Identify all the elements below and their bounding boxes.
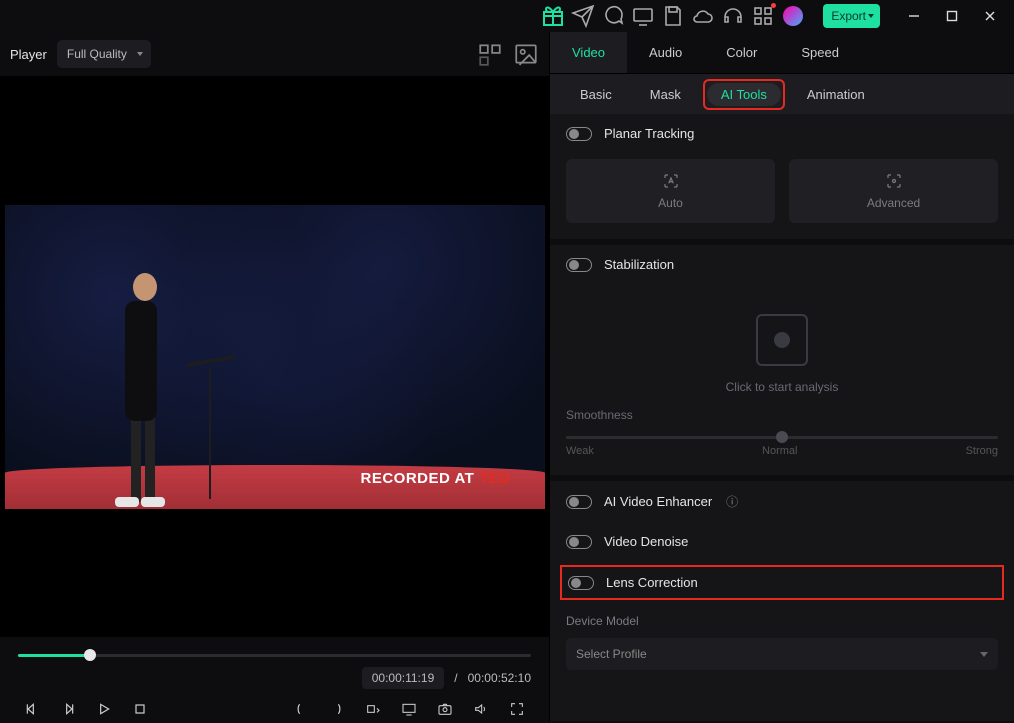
denoise-row: Video Denoise	[550, 522, 1014, 561]
stab-toggle[interactable]	[566, 258, 592, 272]
planar-advanced-label: Advanced	[867, 196, 920, 210]
top-tabs: Video Audio Color Speed	[550, 32, 1014, 74]
play-button[interactable]	[90, 695, 118, 723]
ai-enhancer-toggle[interactable]	[566, 495, 592, 509]
main-split: Player Full Quality RECORDED AT TED	[0, 32, 1014, 721]
tab-speed[interactable]: Speed	[779, 32, 861, 73]
profile-avatar[interactable]	[781, 4, 805, 28]
device-profile-select[interactable]: Select Profile	[566, 638, 998, 670]
quality-select[interactable]: Full Quality	[57, 40, 151, 68]
watermark-text: RECORDED AT TED	[361, 470, 511, 487]
grid-view-icon[interactable]	[477, 41, 503, 67]
image-icon[interactable]	[513, 41, 539, 67]
analysis-icon	[756, 314, 808, 366]
stab-label: Stabilization	[604, 257, 674, 272]
time-current[interactable]: 00:00:11:19	[362, 667, 445, 689]
mark-in-icon[interactable]	[287, 695, 315, 723]
step-back-button[interactable]	[18, 695, 46, 723]
planar-auto-label: Auto	[658, 196, 683, 210]
info-icon[interactable]: ⓘ	[726, 493, 738, 510]
planar-advanced-card[interactable]: Advanced	[789, 159, 998, 223]
planar-cards: Auto Advanced	[550, 153, 1014, 239]
save-icon[interactable]	[661, 4, 685, 28]
legend-weak: Weak	[566, 445, 594, 457]
ai-enhancer-label: AI Video Enhancer	[604, 494, 712, 509]
subtab-mask[interactable]: Mask	[634, 81, 697, 108]
tab-video[interactable]: Video	[550, 32, 627, 73]
comment-icon[interactable]	[601, 4, 625, 28]
subtab-basic[interactable]: Basic	[564, 81, 628, 108]
window-close[interactable]	[974, 4, 1006, 28]
playbar: 00:00:11:19 / 00:00:52:10	[0, 637, 549, 721]
step-fwd-button[interactable]	[54, 695, 82, 723]
scrub-bar[interactable]	[18, 647, 531, 663]
player-panel: Player Full Quality RECORDED AT TED	[0, 32, 550, 721]
export-button[interactable]: Export	[823, 4, 880, 28]
fullscreen-icon[interactable]	[503, 695, 531, 723]
lens-toggle[interactable]	[568, 576, 594, 590]
denoise-toggle[interactable]	[566, 535, 592, 549]
smoothness-block: Smoothness Weak Normal Strong	[550, 408, 1014, 475]
subtab-ai-tools[interactable]: AI Tools	[703, 79, 785, 110]
lens-correction-row: Lens Correction	[560, 565, 1004, 600]
denoise-label: Video Denoise	[604, 534, 688, 549]
quality-value: Full Quality	[67, 47, 127, 61]
ai-enhancer-row: AI Video Enhancer ⓘ	[550, 475, 1014, 522]
player-label: Player	[10, 47, 47, 62]
video-preview: RECORDED AT TED	[5, 205, 545, 509]
stab-analysis[interactable]: Click to start analysis	[550, 284, 1014, 408]
mark-out-icon[interactable]	[323, 695, 351, 723]
apps-icon[interactable]	[751, 4, 775, 28]
stabilization-row: Stabilization	[550, 239, 1014, 284]
planar-tracking-row: Planar Tracking	[550, 114, 1014, 153]
tab-color[interactable]: Color	[704, 32, 779, 73]
ratio-icon[interactable]	[359, 695, 387, 723]
planar-toggle[interactable]	[566, 127, 592, 141]
auto-icon	[662, 172, 680, 190]
smoothness-label: Smoothness	[566, 408, 998, 422]
stop-button[interactable]	[126, 695, 154, 723]
time-total: 00:00:52:10	[468, 671, 531, 685]
display-icon[interactable]	[395, 695, 423, 723]
titlebar: Export	[0, 0, 1014, 32]
planar-auto-card[interactable]: Auto	[566, 159, 775, 223]
smoothness-slider[interactable]	[566, 436, 998, 439]
volume-icon[interactable]	[467, 695, 495, 723]
tab-audio[interactable]: Audio	[627, 32, 704, 73]
timecodes: 00:00:11:19 / 00:00:52:10	[18, 667, 531, 689]
analysis-text: Click to start analysis	[726, 380, 839, 394]
snapshot-icon[interactable]	[431, 695, 459, 723]
time-separator: /	[454, 671, 457, 685]
gift-icon[interactable]	[541, 4, 565, 28]
cloud-icon[interactable]	[691, 4, 715, 28]
inspector-panel: Video Audio Color Speed Basic Mask AI To…	[550, 32, 1014, 721]
device-model-label: Device Model	[550, 604, 1014, 632]
legend-normal: Normal	[762, 445, 797, 457]
advanced-icon	[885, 172, 903, 190]
window-maximize[interactable]	[936, 4, 968, 28]
legend-strong: Strong	[966, 445, 998, 457]
export-label: Export	[831, 9, 866, 23]
planar-label: Planar Tracking	[604, 126, 694, 141]
device-profile-value: Select Profile	[576, 647, 647, 661]
play-controls	[18, 695, 531, 723]
send-icon[interactable]	[571, 4, 595, 28]
headset-icon[interactable]	[721, 4, 745, 28]
window-minimize[interactable]	[898, 4, 930, 28]
lens-label: Lens Correction	[606, 575, 698, 590]
smoothness-legend: Weak Normal Strong	[566, 445, 998, 457]
sub-tabs: Basic Mask AI Tools Animation	[550, 74, 1014, 114]
subtab-animation[interactable]: Animation	[791, 81, 881, 108]
settings-scroll[interactable]: Planar Tracking Auto Advanced Stabilizat…	[550, 114, 1014, 721]
preview-area[interactable]: RECORDED AT TED	[0, 76, 549, 637]
monitor-icon[interactable]	[631, 4, 655, 28]
player-header: Player Full Quality	[0, 32, 549, 76]
